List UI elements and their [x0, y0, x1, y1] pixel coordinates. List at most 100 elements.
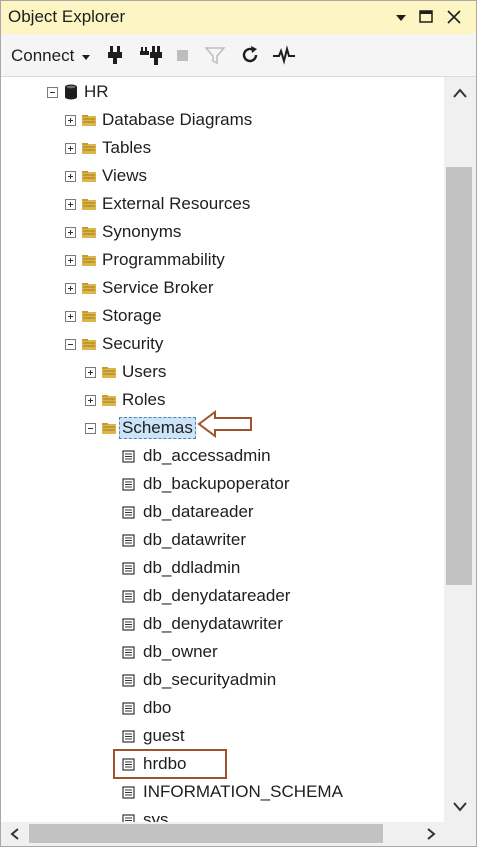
expand-icon[interactable]	[85, 366, 96, 378]
tree-node-security[interactable]: Security	[65, 331, 163, 357]
collapse-icon[interactable]	[47, 86, 58, 98]
tree-node-label: INFORMATION_SCHEMA	[143, 782, 343, 801]
expand-icon[interactable]	[65, 310, 76, 322]
tree-node-schema[interactable]: db_accessadmin	[122, 443, 271, 469]
tree-node-storage[interactable]: Storage	[65, 303, 162, 329]
expand-icon[interactable]	[85, 394, 96, 406]
database-icon	[65, 84, 77, 100]
title-bar: Object Explorer	[1, 1, 476, 34]
folder-icon	[82, 142, 96, 154]
activity-monitor-icon[interactable]	[273, 44, 295, 66]
horizontal-scrollbar[interactable]	[1, 822, 444, 846]
tree-node-label: Tables	[102, 138, 152, 157]
filter-icon[interactable]	[204, 44, 226, 66]
tree-node-label: guest	[143, 726, 185, 745]
scroll-up-icon[interactable]	[452, 87, 468, 99]
tree-node-schema[interactable]: dbo	[122, 695, 171, 721]
schema-icon	[122, 645, 135, 659]
tree-node-hr-database[interactable]: HR	[47, 79, 109, 105]
tree-node-label: Service Broker	[102, 278, 214, 297]
tree-node-label: Users	[122, 362, 167, 381]
horizontal-scrollbar-thumb[interactable]	[29, 824, 383, 843]
tree-node-label: sys	[143, 810, 169, 822]
tree-node-label: db_ddladmin	[143, 558, 241, 577]
tree-node-label: Security	[102, 334, 164, 353]
tree-node-schema[interactable]: db_backupoperator	[122, 471, 290, 497]
tree-node-schema[interactable]: db_denydatareader	[122, 583, 290, 609]
tree-node-schema[interactable]: INFORMATION_SCHEMA	[122, 779, 343, 805]
tree-node-views[interactable]: Views	[65, 163, 147, 189]
tree-node-label: Database Diagrams	[102, 110, 253, 129]
schema-icon	[122, 813, 135, 822]
disconnect-icon[interactable]	[140, 44, 162, 66]
toolbar: Connect	[1, 34, 476, 77]
connect-label: Connect	[11, 46, 75, 65]
chevron-down-icon	[82, 54, 91, 60]
folder-icon	[82, 338, 96, 350]
tree-node-schema[interactable]: db_denydatawriter	[122, 611, 283, 637]
connect-icon[interactable]	[104, 44, 126, 66]
tree-node-synonyms[interactable]: Synonyms	[65, 219, 181, 245]
schema-icon	[122, 505, 135, 519]
maximize-icon[interactable]	[417, 7, 435, 27]
scroll-left-icon[interactable]	[9, 828, 21, 840]
tree-node-label: db_datareader	[143, 502, 254, 521]
tree-node-programmability[interactable]: Programmability	[65, 247, 225, 273]
collapse-icon[interactable]	[85, 422, 96, 434]
expand-icon[interactable]	[65, 254, 76, 266]
tree-node-label: db_backupoperator	[143, 474, 290, 493]
tree-node-schemas[interactable]: Schemas	[85, 415, 196, 441]
schema-icon	[122, 617, 135, 631]
schema-icon	[122, 589, 135, 603]
tree-node-label: db_denydatareader	[143, 586, 291, 605]
tree-node-users[interactable]: Users	[85, 359, 166, 385]
tree-node-schema[interactable]: db_owner	[122, 639, 218, 665]
folder-icon	[82, 254, 96, 266]
tree-node-schema[interactable]: db_ddladmin	[122, 555, 240, 581]
scroll-down-icon[interactable]	[452, 801, 468, 813]
tree-node-service-broker[interactable]: Service Broker	[65, 275, 213, 301]
stop-icon[interactable]	[172, 44, 194, 66]
tree-node-schema[interactable]: guest	[122, 723, 185, 749]
expand-icon[interactable]	[65, 114, 76, 126]
tree-node-label: HR	[84, 82, 109, 101]
expand-icon[interactable]	[65, 170, 76, 182]
expand-icon[interactable]	[65, 226, 76, 238]
collapse-icon[interactable]	[65, 338, 76, 350]
tree-node-label: dbo	[143, 698, 172, 717]
schema-icon	[122, 477, 135, 491]
schema-icon	[122, 449, 135, 463]
tree-node-label: Synonyms	[102, 222, 182, 241]
tree-node-label: db_accessadmin	[143, 446, 271, 465]
schema-icon	[122, 673, 135, 687]
tree-node-schema[interactable]: db_datareader	[122, 499, 254, 525]
object-explorer-window: Object Explorer Connect HR Database Diag…	[0, 0, 477, 847]
connect-button[interactable]: Connect	[11, 46, 91, 66]
schema-icon	[122, 533, 135, 547]
vertical-scrollbar[interactable]	[444, 77, 476, 822]
scroll-right-icon[interactable]	[425, 828, 437, 840]
tree-node-external-resources[interactable]: External Resources	[65, 191, 250, 217]
tree-node-schema[interactable]: db_datawriter	[122, 527, 246, 553]
tree-node-database-diagrams[interactable]: Database Diagrams	[65, 107, 252, 133]
refresh-icon[interactable]	[239, 44, 261, 66]
folder-icon	[82, 114, 96, 126]
expand-icon[interactable]	[65, 142, 76, 154]
tree-node-label: Programmability	[102, 250, 225, 269]
folder-icon	[82, 310, 96, 322]
tree-node-roles[interactable]: Roles	[85, 387, 165, 413]
tree-node-tables[interactable]: Tables	[65, 135, 151, 161]
tree-node-label: Storage	[102, 306, 162, 325]
vertical-scrollbar-thumb[interactable]	[446, 167, 472, 585]
tree-node-schema[interactable]: db_securityadmin	[122, 667, 276, 693]
tree-node-schema[interactable]: sys	[122, 807, 169, 822]
window-position-dropdown-icon[interactable]	[392, 7, 410, 27]
close-icon[interactable]	[445, 7, 463, 27]
expand-icon[interactable]	[65, 198, 76, 210]
expand-icon[interactable]	[65, 282, 76, 294]
folder-icon	[102, 394, 116, 406]
tree-node-label: db_datawriter	[143, 530, 247, 549]
folder-icon	[82, 282, 96, 294]
tree-node-label: db_denydatawriter	[143, 614, 283, 633]
scrollbar-corner	[444, 822, 476, 846]
